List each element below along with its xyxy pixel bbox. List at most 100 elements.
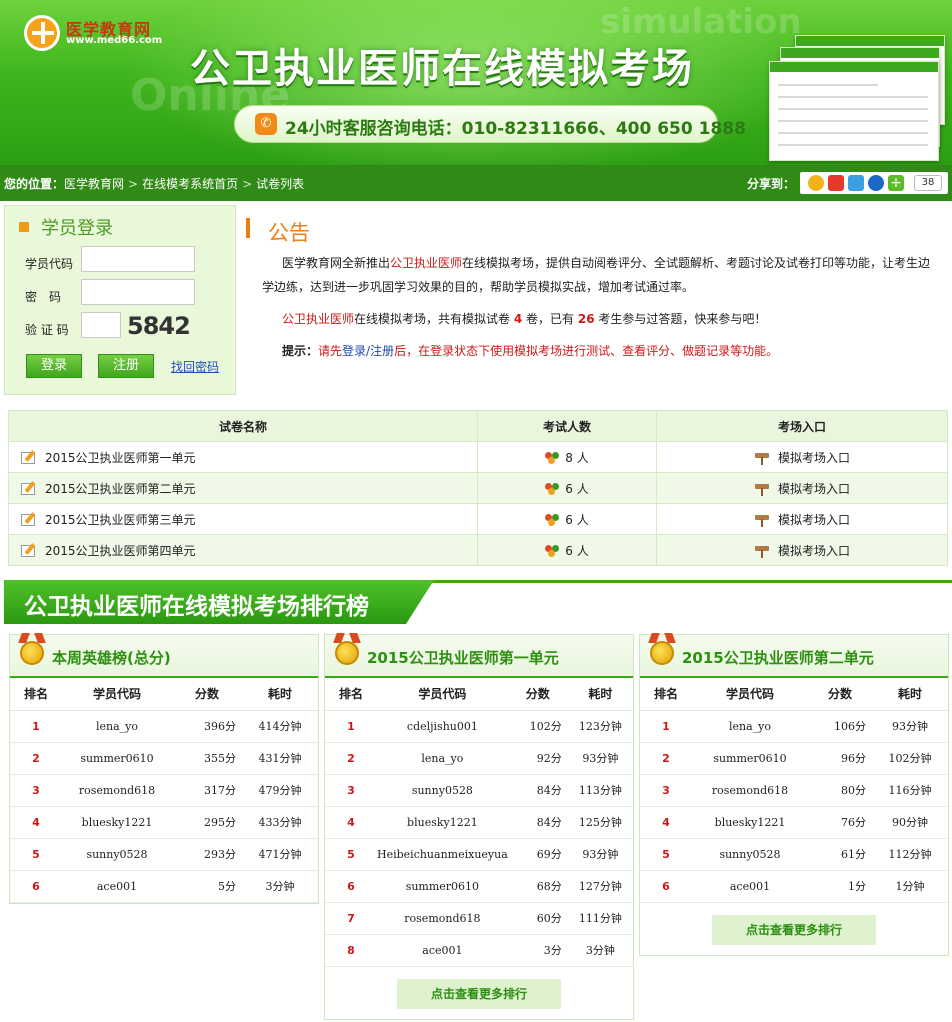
score: 84分 <box>507 774 568 807</box>
table-row: 4 bluesky1221 76分 90分钟 <box>640 806 948 839</box>
notice-text: 医学教育网全新推出 <box>282 256 391 270</box>
duration: 93分钟 <box>567 838 633 871</box>
table-row: 2 summer0610 96分 102分钟 <box>640 742 948 775</box>
edit-icon <box>21 514 35 526</box>
more-ranking-button[interactable]: 点击查看更多排行 <box>397 978 561 1009</box>
rank: 1 <box>325 710 377 743</box>
notice-text: 在线模拟考场，提供自动阅卷评分、全试题解析、考题讨论及试卷打印等功能，让考生边 <box>462 256 931 270</box>
duration: 127分钟 <box>567 870 633 903</box>
table-row: 1 lena_yo 106分 93分钟 <box>640 710 948 743</box>
entry-cell[interactable]: 模拟考场入口 <box>656 534 948 566</box>
score: 61分 <box>808 838 872 871</box>
table-row: 1 lena_yo 396分 414分钟 <box>10 710 318 743</box>
table-row: 6 ace001 1分 1分钟 <box>640 870 948 903</box>
logo-url[interactable]: www.med66.com <box>66 35 162 46</box>
ranking-panel-unit-2: 2015公卫执业医师第二单元 排名 学员代码 分数 耗时 1 lena_yo 106分 93… <box>639 634 949 956</box>
share-qzone-icon[interactable] <box>808 175 824 191</box>
entry-link[interactable]: 模拟考场入口 <box>778 544 850 558</box>
login-button[interactable]: 登录 <box>26 354 82 378</box>
table-row: 6 ace001 5分 3分钟 <box>10 870 318 903</box>
col-rank: 排名 <box>640 678 692 711</box>
student-code: sunny0528 <box>692 838 808 871</box>
paper-name-cell[interactable]: 2015公卫执业医师第一单元 <box>8 441 478 473</box>
paper-name[interactable]: 2015公卫执业医师第三单元 <box>45 513 196 527</box>
rank: 3 <box>325 774 377 807</box>
duration: 102分钟 <box>872 742 948 775</box>
paper-name-cell[interactable]: 2015公卫执业医师第三单元 <box>8 503 478 535</box>
rank: 7 <box>325 902 377 935</box>
breadcrumb-item-home[interactable]: 医学教育网 <box>64 177 124 191</box>
find-password-link[interactable]: 找回密码 <box>171 358 219 375</box>
paper-name[interactable]: 2015公卫执业医师第四单元 <box>45 544 196 558</box>
table-row: 8 ace001 3分 3分钟 <box>325 934 633 967</box>
password-label: 密 码 <box>25 290 62 304</box>
entry-link[interactable]: 模拟考场入口 <box>778 513 850 527</box>
rank: 6 <box>10 870 62 903</box>
entry-cell[interactable]: 模拟考场入口 <box>656 472 948 504</box>
table-row: 3 sunny0528 84分 113分钟 <box>325 774 633 807</box>
share-label: 分享到： <box>747 177 796 191</box>
student-code: sunny0528 <box>377 774 508 807</box>
student-code-input[interactable] <box>81 246 195 272</box>
share-more-icon[interactable]: + <box>888 175 904 191</box>
student-code: cdeljishu001 <box>377 710 508 743</box>
ranking-table: 排名 学员代码 分数 耗时 1 cdeljishu001 102分 123分钟 2 lena_… <box>325 678 633 967</box>
rank: 2 <box>640 742 692 775</box>
captcha-image[interactable]: 5842 <box>127 312 195 340</box>
student-code: rosemond618 <box>377 902 508 935</box>
tip-register-link[interactable]: 注册 <box>370 344 394 358</box>
share-tencent-icon[interactable] <box>848 175 864 191</box>
phone-text: 24小时客服咨询电话：010-82311666、400 650 1888 <box>285 119 746 139</box>
col-code: 学员代码 <box>62 678 172 711</box>
score: 295分 <box>172 806 242 839</box>
tip-login-link[interactable]: 登录 <box>342 344 366 358</box>
edit-icon <box>21 545 35 557</box>
more-ranking-button[interactable]: 点击查看更多排行 <box>712 914 876 945</box>
paper-name[interactable]: 2015公卫执业医师第二单元 <box>45 482 196 496</box>
entry-cell[interactable]: 模拟考场入口 <box>656 503 948 535</box>
paper-name-cell[interactable]: 2015公卫执业医师第二单元 <box>8 472 478 504</box>
ranking-panel-unit-1: 2015公卫执业医师第一单元 排名 学员代码 分数 耗时 1 cdeljishu001 1… <box>324 634 634 1020</box>
captcha-input[interactable] <box>81 312 121 338</box>
panel-title: 2015公卫执业医师第二单元 <box>682 649 874 667</box>
rank: 1 <box>640 710 692 743</box>
table-row: 3 rosemond618 80分 116分钟 <box>640 774 948 807</box>
score: 92分 <box>507 742 568 775</box>
table-row: 4 bluesky1221 295分 433分钟 <box>10 806 318 839</box>
notice-paragraph-1: 医学教育网全新推出公卫执业医师在线模拟考场，提供自动阅卷评分、全试题解析、考题讨… <box>282 250 942 276</box>
col-time: 耗时 <box>567 678 633 711</box>
student-code: rosemond618 <box>692 774 808 807</box>
paper-name-cell[interactable]: 2015公卫执业医师第四单元 <box>8 534 478 566</box>
col-exam-count: 考试人数 <box>477 410 657 442</box>
count-cell: 6 人 <box>477 503 657 535</box>
share-weibo-icon[interactable] <box>828 175 844 191</box>
notice-title-bar <box>246 218 250 238</box>
student-code: bluesky1221 <box>692 806 808 839</box>
entry-link[interactable]: 模拟考场入口 <box>778 482 850 496</box>
panel-title: 本周英雄榜(总分) <box>52 649 171 667</box>
duration: 93分钟 <box>872 710 948 743</box>
entry-cell[interactable]: 模拟考场入口 <box>656 441 948 473</box>
header-banner: simulation Online 医学教育网 www.med66.com 公卫… <box>0 0 952 165</box>
student-code: ace001 <box>377 934 508 967</box>
entry-link[interactable]: 模拟考场入口 <box>778 451 850 465</box>
password-input[interactable] <box>81 279 195 305</box>
table-row: 3 rosemond618 317分 479分钟 <box>10 774 318 807</box>
student-code: lena_yo <box>692 710 808 743</box>
register-button[interactable]: 注册 <box>98 354 154 378</box>
breadcrumb-item-mock-home[interactable]: 在线模考系统首页 <box>142 177 238 191</box>
score: 80分 <box>808 774 872 807</box>
table-row: 7 rosemond618 60分 111分钟 <box>325 902 633 935</box>
rank: 4 <box>10 806 62 839</box>
logo-icon[interactable] <box>24 15 60 51</box>
table-row: 6 summer0610 68分 127分钟 <box>325 870 633 903</box>
duration: 471分钟 <box>242 838 318 871</box>
notice-text: 考生参与过答题，快来参与吧！ <box>598 312 767 326</box>
student-code: lena_yo <box>377 742 508 775</box>
breadcrumb-item-paper-list: 试卷列表 <box>256 177 305 191</box>
student-code: bluesky1221 <box>62 806 172 839</box>
paper-name[interactable]: 2015公卫执业医师第一单元 <box>45 451 196 465</box>
page-title: 公卫执业医师在线模拟考场 <box>190 46 694 92</box>
table-row: 5 sunny0528 293分 471分钟 <box>10 838 318 871</box>
share-renren-icon[interactable] <box>868 175 884 191</box>
